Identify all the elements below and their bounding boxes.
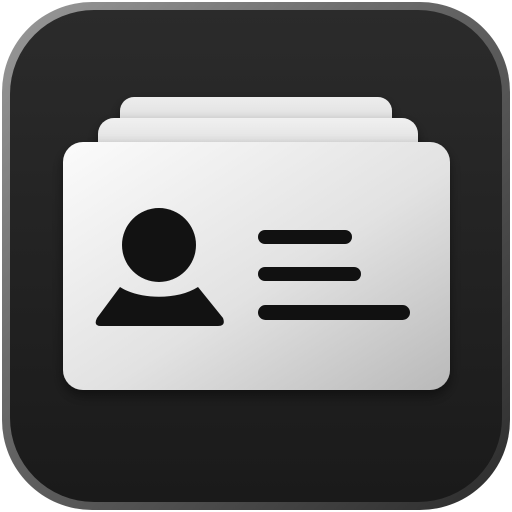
detail-line-3: [258, 305, 410, 320]
person-head: [122, 208, 196, 282]
contact-cards-icon[interactable]: [0, 0, 512, 512]
app-icon-canvas: [0, 0, 512, 512]
contact-card-front: [63, 142, 450, 390]
detail-line-1: [258, 230, 352, 244]
detail-line-2: [258, 267, 361, 281]
